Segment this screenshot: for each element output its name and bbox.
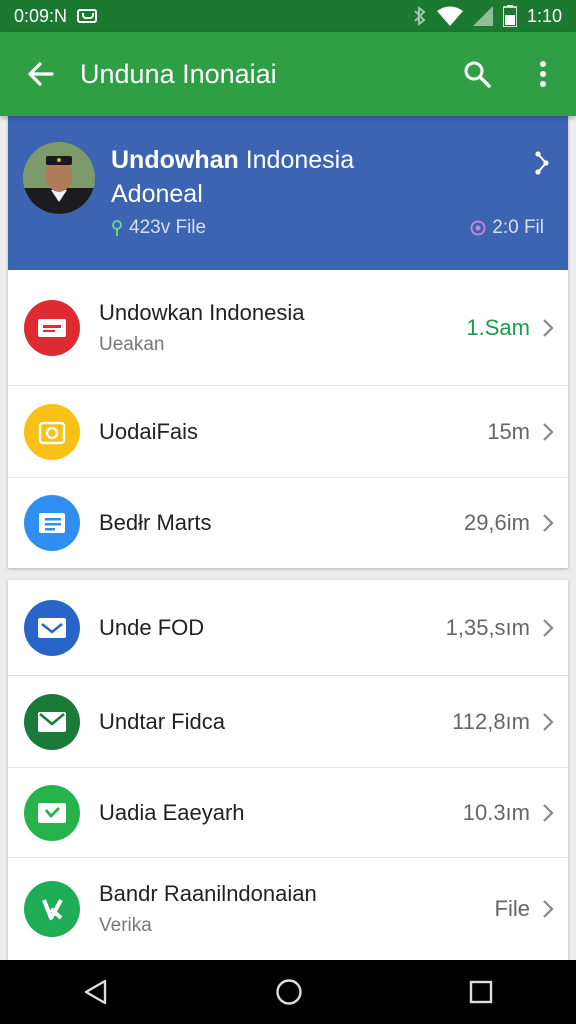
app-bar: Unduna Inonaiai (0, 32, 576, 116)
back-button[interactable] (0, 60, 80, 88)
nav-recents-icon[interactable] (469, 980, 493, 1004)
list-item-title: Undowkan Indonesia (99, 299, 305, 325)
list-item-title: Unde FOD (99, 614, 205, 640)
chevron-right-icon (543, 803, 554, 822)
account-card: Undowhan Indonesia Adoneal 423v File 2:0… (8, 116, 568, 568)
list-item[interactable]: Bandr Raanilndonaian Verika File (8, 858, 568, 960)
more-options-button[interactable] (510, 61, 576, 87)
chevron-right-icon (543, 618, 554, 637)
page-title: Unduna Inonaiai (80, 58, 277, 89)
wifi-icon (436, 6, 463, 26)
list-item-value: 29,6im (463, 510, 530, 535)
mail-icon (24, 693, 80, 750)
chevron-right-icon (543, 318, 554, 337)
list-item-value: File (494, 896, 530, 921)
list-item[interactable]: UodaiFais 15m (8, 386, 568, 478)
avatar (23, 142, 95, 214)
navigation-bar (0, 960, 576, 1024)
chevron-right-icon (543, 422, 554, 441)
location-pin-icon (112, 220, 122, 236)
nav-back-icon[interactable] (83, 979, 109, 1005)
card-icon (24, 299, 80, 356)
list-item-subtitle: Ueakan (99, 333, 165, 355)
list-item-title: UodaiFais (99, 418, 199, 444)
list-item[interactable]: Unde FOD 1,35,sım (8, 580, 568, 676)
list-item[interactable]: Uadia Eaeyarh 10.3ım (8, 768, 568, 858)
list-item-value: 1.Sam (466, 314, 530, 340)
list-item-subtitle: Verika (99, 915, 152, 936)
list-item-title: Uadia Eaeyarh (99, 799, 245, 825)
status-bar: 0:09:N 1:10 (0, 0, 576, 32)
battery-icon (502, 5, 517, 27)
camera-icon (24, 403, 80, 460)
list-item-value: 112,8ım (452, 708, 530, 734)
list-item-title: Bandr Raanilndonaian (99, 881, 317, 906)
nav-home-icon[interactable] (275, 978, 303, 1006)
profile-subtitle: Adoneal (111, 180, 203, 208)
profile-file-count: 423v File (111, 217, 206, 239)
avatar-image (23, 142, 95, 214)
more-vert-icon (540, 61, 546, 87)
list-item-value: 1,35,sım (445, 614, 530, 640)
chevron-right-icon (543, 514, 554, 532)
bluetooth-icon (414, 6, 426, 26)
profile-file-stat: 2:0 Fil (470, 217, 544, 239)
profile-header[interactable]: Undowhan Indonesia Adoneal 423v File 2:0… (8, 116, 568, 270)
chevron-right-icon (543, 712, 554, 731)
list-item[interactable]: Undtar Fidca 112,8ım (8, 676, 568, 768)
list-item-value: 15m (487, 418, 530, 444)
share-icon[interactable] (534, 150, 550, 176)
arrow-back-icon (28, 62, 54, 86)
list-item-title: Bedłr Marts (99, 510, 212, 535)
check-mail-icon (24, 784, 80, 841)
list-item-value: 10.3ım (462, 799, 530, 825)
signal-icon (472, 6, 493, 26)
chevron-right-icon (543, 900, 554, 918)
mail-icon (24, 599, 80, 656)
status-clock: 1:10 (526, 5, 562, 26)
list-item[interactable]: Undowkan Indonesia Ueakan 1.Sam (8, 270, 568, 386)
k-icon (24, 881, 80, 937)
circle-dot-icon (470, 220, 486, 236)
search-icon (464, 61, 491, 88)
list-icon (24, 495, 80, 551)
status-time: 0:09:N (14, 5, 68, 26)
search-button[interactable] (444, 60, 510, 88)
list-item[interactable]: Bedłr Marts 29,6im (8, 478, 568, 568)
storage-card: Unde FOD 1,35,sım Undtar Fidca 112,8ım U… (8, 580, 568, 960)
profile-name: Undowhan Indonesia (111, 146, 355, 174)
notification-icon (77, 9, 98, 23)
list-item-title: Undtar Fidca (99, 708, 225, 734)
